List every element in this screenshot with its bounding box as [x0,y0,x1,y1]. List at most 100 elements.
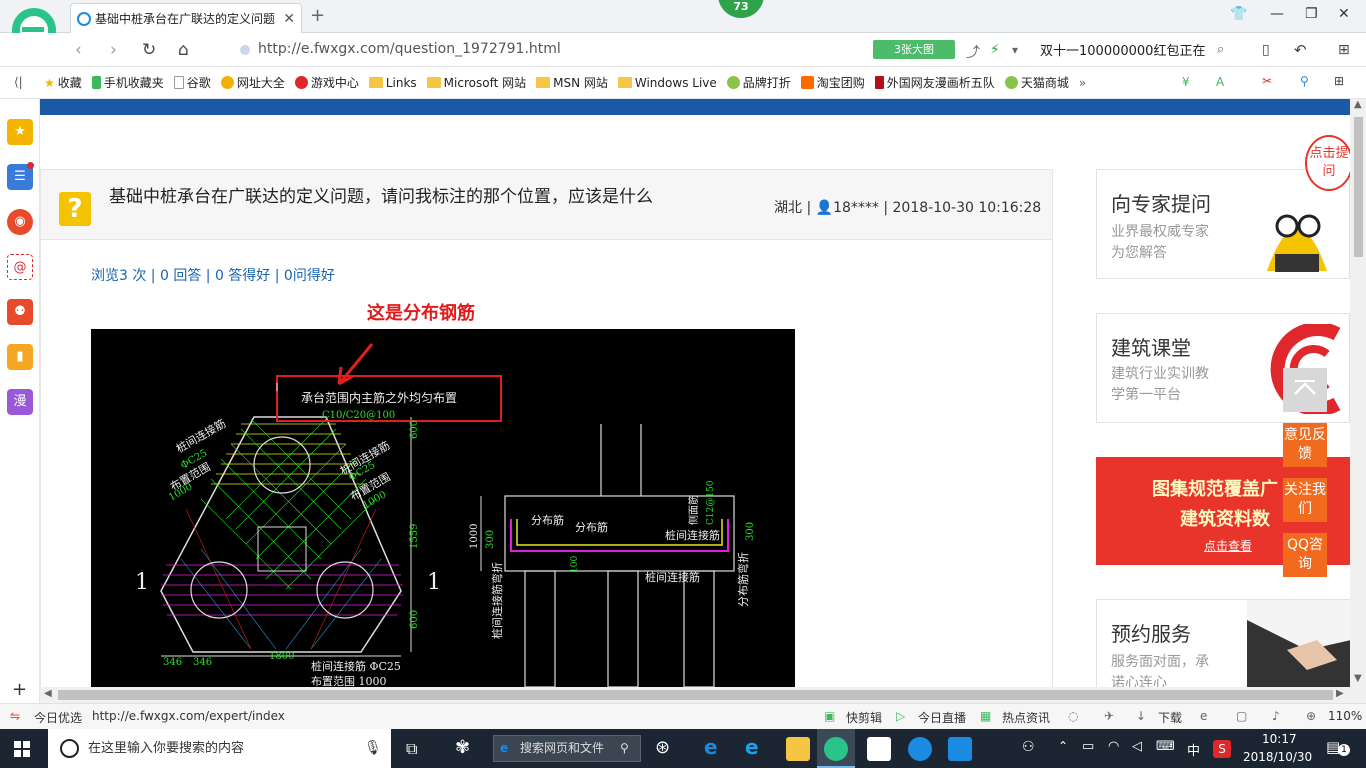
game-icon[interactable]: ⚉ [7,299,33,325]
g-app-icon[interactable] [908,737,932,761]
follow-button[interactable]: 关注我们 [1283,478,1327,522]
mic-icon[interactable]: 🎙 [364,729,382,768]
new-tab-icon[interactable]: + [310,5,325,26]
mail-icon[interactable] [867,737,891,761]
back-to-top-button[interactable] [1283,368,1327,412]
window-icon[interactable]: ▢ [1236,709,1247,723]
restore-icon[interactable]: ❐ [1305,6,1318,22]
bookmark-google[interactable]: 谷歌 [173,74,211,91]
undo-icon[interactable]: ↶ [1294,41,1307,59]
menu-grid-icon[interactable]: ⊞ [1338,42,1350,58]
more-bookmarks-icon[interactable]: » [1079,76,1086,90]
status-news[interactable]: 热点资讯 [1002,709,1050,726]
pin-icon[interactable]: ✈ [1104,709,1114,723]
feedback-button[interactable]: 意见反馈 [1283,423,1327,467]
comic-icon[interactable]: 漫 [7,389,33,415]
refresh-icon[interactable]: ↻ [142,40,156,60]
ask-bubble[interactable]: 点击提问 [1305,135,1350,191]
yen-icon[interactable]: ¥ [1182,75,1190,89]
mail-icon[interactable]: @ [7,254,33,280]
bookmark-links[interactable]: Links [368,76,417,90]
bookmark-brand[interactable]: 品牌打折 [726,74,791,91]
vertical-scrollbar[interactable]: ▲ ▼ [1350,99,1366,703]
bookmark-game[interactable]: 游戏中心 [294,74,359,91]
status-live[interactable]: 今日直播 [918,709,966,726]
shirt-icon[interactable]: 👕 [1230,6,1247,22]
magnifier-icon[interactable]: ⚲ [1300,74,1309,88]
taskbar-search[interactable]: 在这里输入你要搜索的内容 🎙 [48,729,391,768]
share-icon[interactable]: ⤴ [966,42,980,62]
tray-up-icon[interactable]: ⌃ [1058,739,1068,753]
lightning-icon[interactable]: ⚡ [990,42,1000,58]
weibo-icon[interactable]: ◉ [7,209,33,235]
scroll-down-icon[interactable]: ▼ [1354,673,1362,684]
active-browser-task[interactable] [817,729,855,768]
taskbar-web-search[interactable]: e 搜索网页和文件 ⚲ [493,735,641,762]
close-tab-icon[interactable]: ✕ [283,11,295,27]
status-video-edit[interactable]: 快剪辑 [846,709,882,726]
search-icon[interactable]: ⌕ [1217,42,1224,57]
scissors-icon[interactable]: ✂ [1262,74,1272,88]
close-window-icon[interactable]: ✕ [1338,6,1350,22]
ie-icon[interactable]: e [1200,709,1207,723]
url-field[interactable]: http://e.fwxgx.com/question_1972791.html [258,41,561,57]
scroll-right-icon[interactable]: ▶ [1336,688,1344,699]
status-recommend[interactable]: 今日优选 [34,709,82,726]
people-icon[interactable]: ⚇ [1022,739,1035,755]
question-stats[interactable]: 浏览3 次 | 0 回答 | 0 答得好 | 0问得好 [91,265,335,285]
bookmark-microsoft[interactable]: Microsoft 网站 [426,74,526,91]
keyboard-icon[interactable]: ⌨ [1156,739,1175,754]
forward-icon[interactable]: › [110,40,117,60]
add-sidebar-icon[interactable]: + [12,679,27,700]
search-input[interactable]: 双十一100000000红包正在 [1040,40,1235,60]
minimize-icon[interactable]: — [1270,6,1284,22]
wifi-icon[interactable]: ◠ [1108,739,1119,754]
banner-link[interactable]: 点击查看 [1204,537,1252,554]
back-icon[interactable]: ‹ [75,40,82,60]
bookmark-hao[interactable]: 网址大全 [220,74,285,91]
windows-start-icon[interactable] [14,741,30,757]
battery-icon[interactable]: ▭ [1082,739,1094,754]
bookmark-favorites[interactable]: ★ 收藏 [44,74,82,91]
star-icon[interactable]: ★ [7,119,33,145]
sogou-icon[interactable]: S [1213,740,1231,758]
chevron-down-icon[interactable]: ▾ [1012,43,1018,57]
qq-button[interactable]: QQ咨询 [1283,533,1327,577]
phone-icon[interactable]: ▯ [1262,42,1270,58]
clock-date[interactable]: 2018/10/30 [1243,750,1312,764]
cad-image[interactable]: 承台范围内主筋之外均匀布置 C10/C20@100 桩间连接筋 ΦC25 布置范… [91,329,795,687]
volume-icon[interactable]: ♪ [1272,709,1280,723]
vertical-scroll-thumb[interactable] [1354,117,1363,257]
bookmark-tmall[interactable]: 天猫商城 [1004,74,1069,91]
bookmark-windows-live[interactable]: Windows Live [617,76,717,90]
ime-indicator[interactable]: 中 [1187,740,1200,759]
edge-icon[interactable]: e [704,735,718,759]
task-view-icon[interactable]: ⧉ [406,739,417,759]
big-image-button[interactable]: 3张大图 [873,40,955,59]
active-tab[interactable]: 基础中桩承台在广联达的定义问题 ✕ [70,3,302,33]
plus-app-icon[interactable] [948,737,972,761]
chrome-like-icon[interactable]: ⊛ [655,737,670,758]
home-icon[interactable]: ⌂ [178,40,189,60]
translate-icon[interactable]: A [1216,75,1224,89]
collapse-sidebar-icon[interactable]: ⟨| [14,75,23,89]
scroll-left-icon[interactable]: ◀ [44,688,52,699]
status-download[interactable]: 下载 [1158,709,1182,726]
bookmark-taobao[interactable]: 淘宝团购 [800,74,865,91]
booking-card[interactable]: 预约服务 服务面对面，承 诺心连心 [1096,599,1350,687]
ask-expert-card[interactable]: 向专家提问 业界最权威专家 为您解答 [1096,169,1350,279]
horizontal-scroll-thumb[interactable] [58,690,1333,700]
scroll-up-icon[interactable]: ▲ [1354,99,1362,110]
bookmark-msn[interactable]: MSN 网站 [536,74,608,91]
horizontal-scrollbar[interactable]: ◀ ▶ [40,687,1350,703]
clock-time[interactable]: 10:17 [1262,732,1297,746]
apps-icon[interactable]: ⊞ [1334,74,1344,88]
explorer-icon[interactable] [786,737,810,761]
fan-icon[interactable]: ✾ [455,737,470,758]
ie-icon[interactable]: e [745,735,759,759]
speed-icon[interactable]: ◌ [1068,709,1078,723]
notify-badge[interactable]: 73 [718,0,764,18]
zoom-level[interactable]: 110% [1328,709,1362,723]
username[interactable]: 18**** [833,200,879,216]
book-icon[interactable]: ▮ [7,344,33,370]
